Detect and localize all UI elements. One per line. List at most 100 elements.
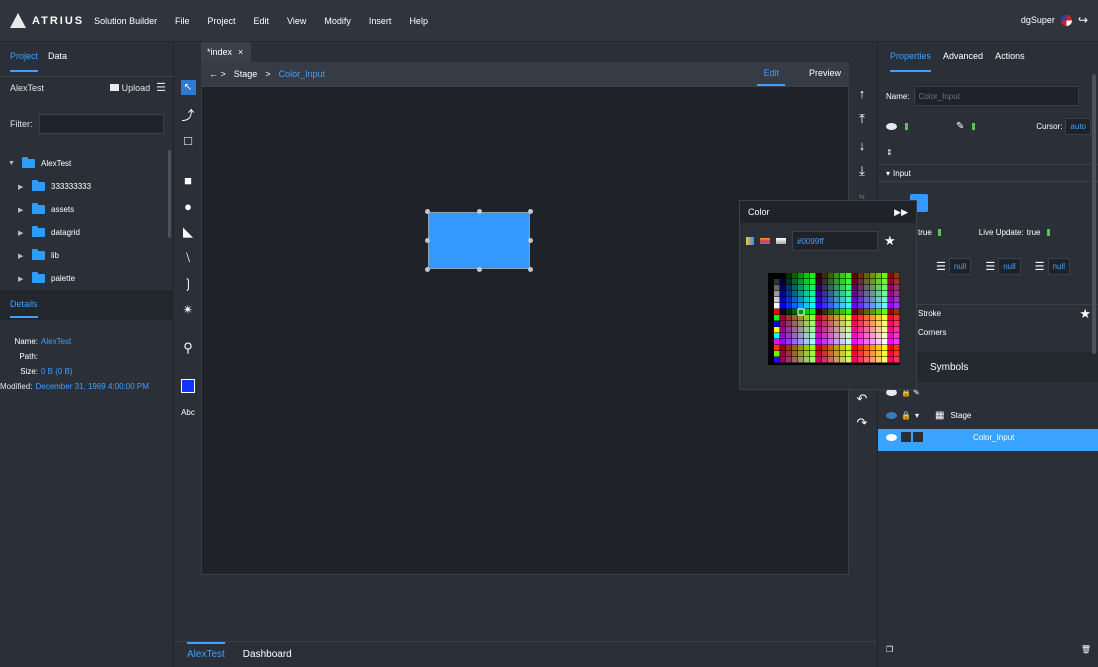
tab-advanced[interactable]: Advanced bbox=[943, 51, 983, 72]
palette-swatch[interactable] bbox=[786, 357, 792, 363]
palette-swatch[interactable] bbox=[810, 309, 816, 315]
tree-scrollbar[interactable] bbox=[168, 150, 171, 238]
palette-mode-icon[interactable] bbox=[746, 237, 754, 245]
palette-swatch[interactable] bbox=[768, 321, 774, 327]
palette-swatch[interactable] bbox=[858, 291, 864, 297]
palette-swatch[interactable] bbox=[858, 357, 864, 363]
palette-swatch[interactable] bbox=[828, 357, 834, 363]
palette-swatch[interactable] bbox=[768, 285, 774, 291]
upload-icon[interactable] bbox=[109, 84, 119, 91]
palette-swatch[interactable] bbox=[888, 357, 894, 363]
palette-swatch[interactable] bbox=[864, 297, 870, 303]
edit-box-icon[interactable] bbox=[913, 432, 923, 442]
palette-swatch[interactable] bbox=[846, 273, 852, 279]
palette-swatch[interactable] bbox=[870, 327, 876, 333]
palette-swatch[interactable] bbox=[828, 333, 834, 339]
palette-swatch[interactable] bbox=[870, 333, 876, 339]
palette-swatch[interactable] bbox=[876, 297, 882, 303]
palette-swatch[interactable] bbox=[804, 279, 810, 285]
details-title[interactable]: Details bbox=[10, 299, 38, 318]
palette-swatch[interactable] bbox=[816, 285, 822, 291]
palette-swatch[interactable] bbox=[840, 333, 846, 339]
palette-swatch[interactable] bbox=[804, 321, 810, 327]
palette-swatch[interactable] bbox=[810, 285, 816, 291]
palette-swatch[interactable] bbox=[894, 285, 900, 291]
palette-swatch[interactable] bbox=[834, 333, 840, 339]
palette-swatch[interactable] bbox=[864, 285, 870, 291]
palette-swatch[interactable] bbox=[834, 327, 840, 333]
palette-swatch[interactable] bbox=[840, 291, 846, 297]
fill-color-swatch[interactable] bbox=[175, 373, 201, 399]
eye-icon[interactable] bbox=[886, 123, 897, 130]
text-tool[interactable]: Abc bbox=[175, 399, 201, 425]
palette-swatch[interactable] bbox=[786, 333, 792, 339]
palette-swatch[interactable] bbox=[834, 315, 840, 321]
palette-swatch[interactable] bbox=[876, 285, 882, 291]
palette-swatch[interactable] bbox=[840, 357, 846, 363]
palette-swatch[interactable] bbox=[810, 327, 816, 333]
align-left-value[interactable]: null bbox=[948, 258, 972, 275]
palette-swatch[interactable] bbox=[846, 315, 852, 321]
palette-swatch[interactable] bbox=[852, 297, 858, 303]
palette-swatch[interactable] bbox=[852, 357, 858, 363]
palette-swatch[interactable] bbox=[894, 351, 900, 357]
line-tool-icon[interactable]: ⧵ bbox=[175, 245, 201, 271]
live-update-toggle-icon[interactable] bbox=[1046, 229, 1050, 236]
palette-swatch[interactable] bbox=[840, 327, 846, 333]
palette-swatch[interactable] bbox=[792, 321, 798, 327]
palette-swatch[interactable] bbox=[780, 357, 786, 363]
palette-swatch[interactable] bbox=[792, 273, 798, 279]
palette-swatch[interactable] bbox=[876, 279, 882, 285]
palette-swatch[interactable] bbox=[816, 315, 822, 321]
palette-swatch[interactable] bbox=[864, 327, 870, 333]
palette-swatch[interactable] bbox=[852, 285, 858, 291]
palette-swatch[interactable] bbox=[828, 351, 834, 357]
align-center-value[interactable]: null bbox=[998, 258, 1021, 275]
palette-swatch[interactable] bbox=[888, 303, 894, 309]
palette-swatch[interactable] bbox=[798, 309, 804, 315]
palette-swatch[interactable] bbox=[768, 303, 774, 309]
resize-handle[interactable] bbox=[425, 209, 430, 214]
palette-swatch[interactable] bbox=[852, 327, 858, 333]
palette-swatch[interactable] bbox=[822, 303, 828, 309]
palette-swatch[interactable] bbox=[834, 273, 840, 279]
tree-item[interactable]: ▶ palette bbox=[0, 267, 166, 290]
tab-edit[interactable]: Edit bbox=[757, 62, 785, 86]
palette-swatch[interactable] bbox=[894, 309, 900, 315]
palette-swatch[interactable] bbox=[840, 309, 846, 315]
palette-swatch[interactable] bbox=[774, 357, 780, 363]
palette-swatch[interactable] bbox=[834, 309, 840, 315]
palette-swatch[interactable] bbox=[798, 315, 804, 321]
palette-swatch[interactable] bbox=[816, 279, 822, 285]
palette-swatch[interactable] bbox=[864, 351, 870, 357]
select-tool-icon[interactable]: ↖ bbox=[180, 80, 196, 95]
palette-swatch[interactable] bbox=[894, 279, 900, 285]
palette-swatch[interactable] bbox=[780, 273, 786, 279]
palette-swatch[interactable] bbox=[780, 351, 786, 357]
palette-swatch[interactable] bbox=[870, 297, 876, 303]
palette-swatch[interactable] bbox=[822, 297, 828, 303]
logout-icon[interactable]: ↪ bbox=[1078, 13, 1088, 27]
palette-swatch[interactable] bbox=[846, 297, 852, 303]
palette-swatch[interactable] bbox=[774, 297, 780, 303]
align-right-value[interactable]: null bbox=[1047, 258, 1070, 275]
palette-swatch[interactable] bbox=[852, 351, 858, 357]
color-palette-grid[interactable] bbox=[768, 273, 900, 365]
palette-swatch[interactable] bbox=[804, 291, 810, 297]
expand-caret-icon[interactable]: ▶ bbox=[18, 275, 26, 283]
rectangle-tool-icon[interactable]: ■ bbox=[175, 167, 201, 193]
polygon-tool-icon[interactable]: ◣ bbox=[175, 219, 201, 245]
palette-swatch[interactable] bbox=[882, 309, 888, 315]
palette-swatch[interactable] bbox=[858, 309, 864, 315]
palette-swatch[interactable] bbox=[780, 279, 786, 285]
palette-swatch[interactable] bbox=[780, 309, 786, 315]
layer-row-color-input[interactable]: Color_Input bbox=[878, 432, 1098, 442]
palette-swatch[interactable] bbox=[768, 279, 774, 285]
palette-swatch[interactable] bbox=[834, 351, 840, 357]
resize-handle[interactable] bbox=[477, 267, 482, 272]
palette-swatch[interactable] bbox=[816, 321, 822, 327]
star-icon[interactable]: ★ bbox=[1079, 306, 1091, 322]
breadcrumb-stage[interactable]: Stage bbox=[234, 69, 258, 79]
palette-swatch[interactable] bbox=[774, 327, 780, 333]
hex-input[interactable]: #0099ff bbox=[792, 231, 878, 251]
